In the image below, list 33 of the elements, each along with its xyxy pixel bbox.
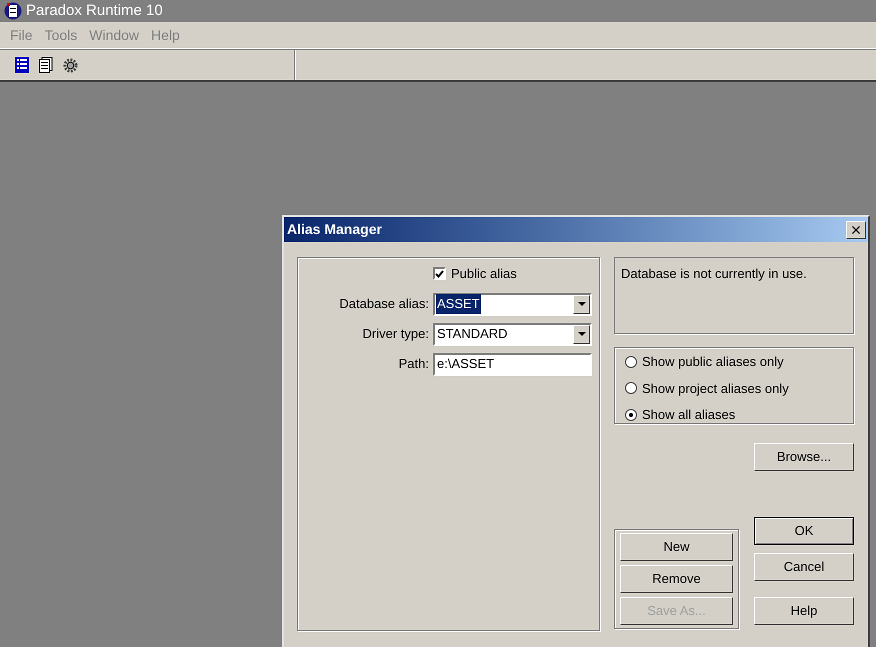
dropdown-field[interactable]: ASSET (433, 292, 592, 316)
check-icon (435, 270, 444, 278)
document-icon[interactable] (39, 57, 53, 73)
caret-icon (578, 302, 586, 306)
radio-label: Show public aliases only (642, 353, 784, 371)
input-field[interactable]: e:\ASSET (433, 352, 592, 376)
radio-label: Show all aliases (642, 406, 736, 424)
list-icon[interactable] (15, 57, 29, 73)
dropdown-arrow-button[interactable] (573, 294, 590, 314)
ok-button[interactable]: OK (754, 517, 854, 545)
radio-button[interactable] (625, 356, 637, 368)
alias-button[interactable]: New (620, 533, 733, 561)
dialog-title: Alias Manager (286, 220, 382, 239)
checkbox[interactable] (433, 267, 446, 280)
radio-button[interactable] (625, 408, 637, 421)
field-label: Path: (398, 355, 429, 374)
help-button[interactable]: Help (754, 597, 854, 625)
browse-button[interactable]: Browse... (754, 443, 854, 471)
field-label: Driver type: (362, 325, 429, 344)
gear-icon[interactable] (63, 58, 78, 72)
dropdown-field[interactable]: STANDARD (433, 322, 592, 346)
radio-button[interactable] (625, 382, 637, 394)
cancel-button[interactable]: Cancel (754, 553, 854, 581)
radio-label: Show project aliases only (642, 380, 789, 398)
close-button[interactable]: × (846, 220, 866, 238)
status-text: Database is not currently in use. (621, 266, 807, 281)
alias-button[interactable]: Remove (620, 565, 733, 593)
checkbox-label: Public alias (451, 265, 517, 283)
app-icon (4, 2, 22, 20)
app-title: Paradox Runtime 10 (26, 0, 163, 21)
dropdown-arrow-button[interactable] (573, 324, 590, 344)
caret-icon (578, 332, 586, 336)
field-label: Database alias: (338, 295, 429, 314)
